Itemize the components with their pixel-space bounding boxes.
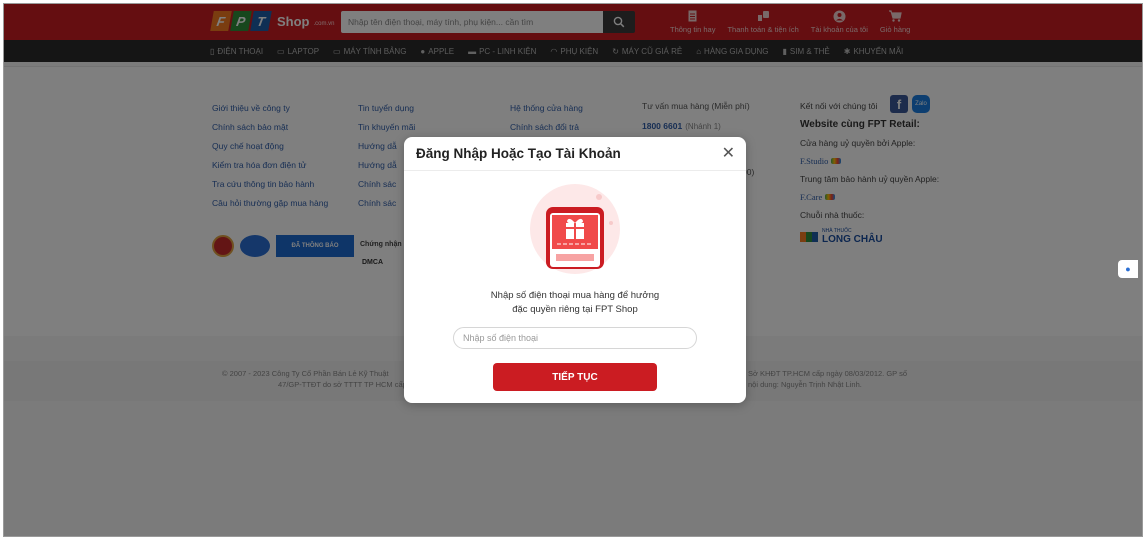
- gift-phone-icon: [530, 184, 620, 274]
- modal-title: Đăng Nhập Hoặc Tạo Tài Khoản: [416, 146, 621, 161]
- modal-message-line2: đặc quyền riêng tại FPT Shop: [512, 304, 638, 315]
- phone-input[interactable]: Nhập số điện thoại: [453, 327, 697, 349]
- browser-viewport: F P T Shop .com.vn Nhập tên điện thoại, …: [3, 3, 1143, 537]
- modal-divider: [404, 170, 746, 171]
- modal-message: Nhập số điện thoại mua hàng để hưởng đặc…: [404, 289, 746, 317]
- modal-message-line1: Nhập số điện thoại mua hàng để hưởng: [490, 290, 660, 301]
- chat-bubble-icon[interactable]: ●: [1118, 260, 1138, 278]
- login-modal: Đăng Nhập Hoặc Tạo Tài Khoản ✕ Nhập số đ…: [404, 137, 746, 403]
- continue-button[interactable]: TIẾP TỤC: [493, 363, 657, 391]
- close-icon[interactable]: ✕: [722, 143, 735, 163]
